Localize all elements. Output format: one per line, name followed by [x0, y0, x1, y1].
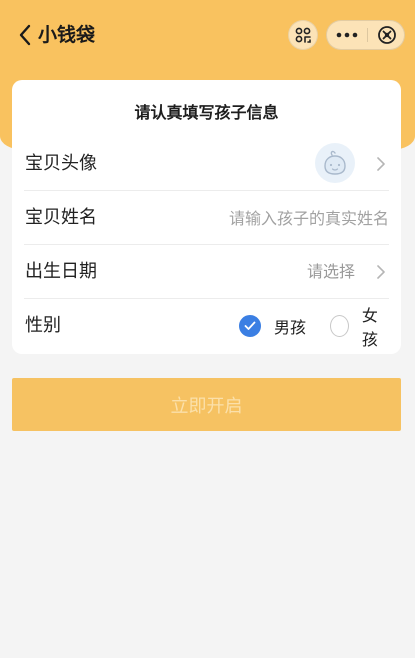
child-name-input[interactable]: [169, 191, 389, 245]
name-row: 宝贝姓名: [24, 191, 389, 245]
check-icon: [244, 321, 256, 330]
navigation-bar: 小钱袋: [0, 14, 415, 56]
scan-button[interactable]: [288, 20, 318, 50]
name-label: 宝贝姓名: [25, 207, 97, 228]
back-button[interactable]: [14, 22, 36, 48]
chevron-right-icon: [377, 265, 385, 279]
more-dots-icon: [336, 32, 358, 38]
avatar[interactable]: [315, 143, 355, 183]
birth-date-label: 出生日期: [25, 261, 97, 282]
avatar-label: 宝贝头像: [25, 153, 97, 174]
birth-date-row[interactable]: 出生日期 请选择: [24, 245, 389, 299]
gender-option-boy[interactable]: 男孩: [239, 299, 306, 353]
gender-row: 性别 男孩 女孩: [24, 299, 389, 353]
chevron-left-icon: [19, 24, 31, 46]
girl-label: 女孩: [361, 306, 378, 349]
gender-option-girl[interactable]: 女孩: [330, 299, 389, 353]
scan-icon: [295, 27, 311, 43]
gender-label: 性别: [25, 315, 61, 336]
chevron-right-icon: [377, 157, 385, 171]
boy-radio[interactable]: [239, 315, 261, 337]
birth-date-picker-value: 请选择: [306, 262, 355, 281]
page-title: 小钱袋: [38, 24, 96, 46]
boy-label: 男孩: [274, 318, 307, 337]
child-info-card: 请认真填写孩子信息 宝贝头像 宝贝姓名 出生日期 请选择 性别: [12, 80, 401, 354]
capsule-divider: [367, 28, 368, 42]
more-button[interactable]: [327, 21, 367, 49]
submit-button[interactable]: 立即开启: [12, 378, 401, 431]
girl-radio[interactable]: [330, 315, 349, 337]
avatar-row[interactable]: 宝贝头像: [24, 137, 389, 191]
close-circle-icon: [378, 26, 396, 44]
form-title: 请认真填写孩子信息: [134, 103, 279, 122]
baby-avatar-icon: [324, 150, 346, 175]
mini-program-capsule: [326, 20, 405, 50]
close-button[interactable]: [372, 21, 402, 49]
